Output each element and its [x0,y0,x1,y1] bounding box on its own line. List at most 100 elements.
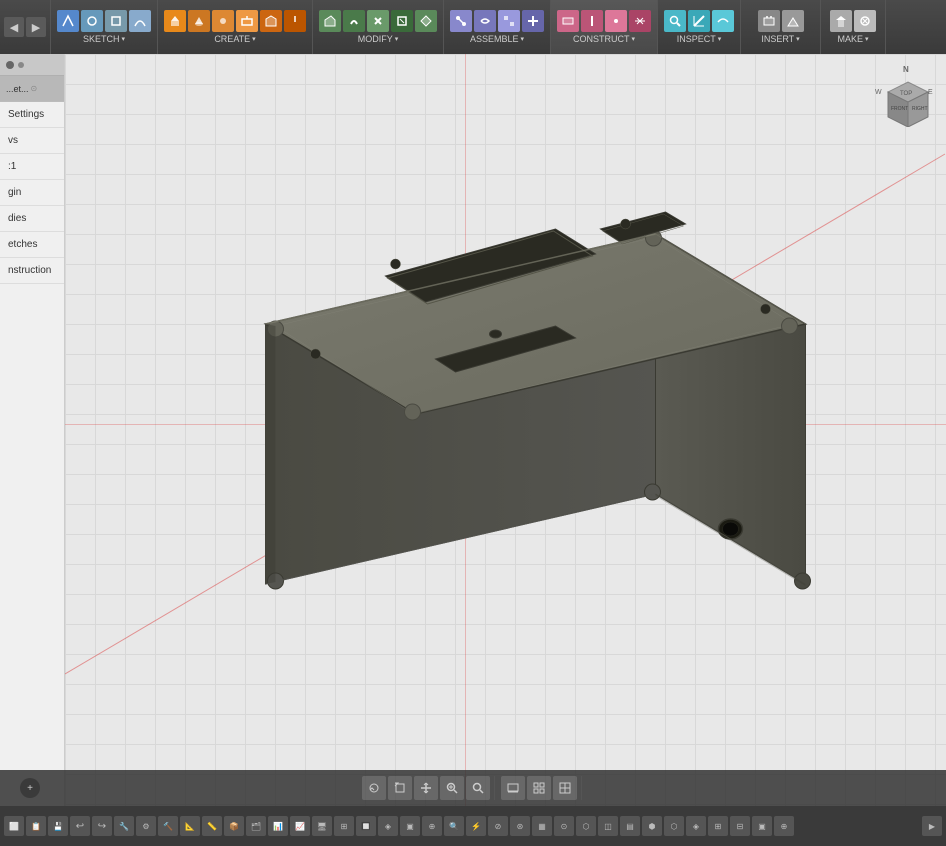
strip-icon-24[interactable]: ⊛ [510,816,530,836]
sketch-icon-3 [105,10,127,32]
strip-icon-15[interactable]: 🖥 [312,816,332,836]
create-icon-1 [164,10,186,32]
strip-arrow-icon[interactable]: ▶ [922,816,942,836]
strip-icon-21[interactable]: 🔍 [444,816,464,836]
vs-label: vs [8,135,18,146]
inspect-icon-3 [712,10,734,32]
toolbar-group-assemble[interactable]: ASSEMBLE ▾ [444,0,551,54]
strip-icon-9[interactable]: 📐 [180,816,200,836]
strip-icon-19[interactable]: ▣ [400,816,420,836]
strip-icon-28[interactable]: ◫ [598,816,618,836]
construct-label[interactable]: CONSTRUCT ▾ [573,34,635,44]
strip-icon-35[interactable]: ▣ [752,816,772,836]
insert-label[interactable]: INSERT ▾ [761,34,799,44]
item-1-label: :1 [8,161,16,172]
strip-icon-25[interactable]: ▦ [532,816,552,836]
make-label[interactable]: MAKE ▾ [837,34,868,44]
viewport[interactable]: TOP FRONT RIGHT N W E [65,54,946,806]
strip-icon-1[interactable]: ⬜ [4,816,24,836]
panel-item-etches[interactable]: etches [0,232,64,258]
panel-item-1[interactable]: :1 [0,154,64,180]
strip-icon-3[interactable]: 💾 [48,816,68,836]
panel-item-vs[interactable]: vs [0,128,64,154]
assemble-icons [450,10,544,32]
strip-icon-23[interactable]: ⊘ [488,816,508,836]
strip-icon-4[interactable]: ↩ [70,816,90,836]
panel-section-browser[interactable]: ...et... ⊙ [0,76,64,102]
gin-label: gin [8,187,21,198]
inspect-icons [664,10,734,32]
main-toolbar: ◀ ▶ SKETCH ▾ [0,0,946,54]
strip-icon-34[interactable]: ⊟ [730,816,750,836]
inspect-icon-2 [688,10,710,32]
zoom-extent-icon[interactable] [466,776,490,800]
make-arrow: ▾ [865,35,869,43]
strip-icon-32[interactable]: ◈ [686,816,706,836]
strip-icon-2[interactable]: 📋 [26,816,46,836]
strip-icon-33[interactable]: ⊞ [708,816,728,836]
panel-item-settings[interactable]: Settings [0,102,64,128]
panel-item-nstruction[interactable]: nstruction [0,258,64,284]
strip-icon-26[interactable]: ⊙ [554,816,574,836]
zoom-in-icon[interactable] [440,776,464,800]
modify-icons [319,10,437,32]
view-icons [501,776,582,800]
inspect-label[interactable]: INSPECT ▾ [677,34,722,44]
strip-icon-18[interactable]: ◈ [378,816,398,836]
strip-icon-10[interactable]: 📏 [202,816,222,836]
toolbar-group-construct[interactable]: CONSTRUCT ▾ [551,0,658,54]
create-label[interactable]: CREATE ▾ [214,34,255,44]
create-icon-3 [212,10,234,32]
orbit-icon[interactable] [362,776,386,800]
modify-label[interactable]: MODIFY ▾ [358,34,399,44]
3d-model[interactable] [65,54,946,806]
insert-arrow: ▾ [796,35,800,43]
nav-arrows: ◀ ▶ [0,0,51,54]
assemble-label[interactable]: ASSEMBLE ▾ [470,34,524,44]
svg-text:RIGHT: RIGHT [912,106,928,112]
toolbar-group-inspect[interactable]: INSPECT ▾ [658,0,741,54]
left-panel: ...et... ⊙ Settings vs :1 gin dies etche… [0,54,65,806]
nav-forward-button[interactable]: ▶ [26,17,46,37]
strip-icon-16[interactable]: ⊞ [334,816,354,836]
strip-icon-11[interactable]: 📦 [224,816,244,836]
toolbar-group-make[interactable]: MAKE ▾ [821,0,886,54]
toolbar-group-create[interactable]: CREATE ▾ [158,0,313,54]
strip-icon-20[interactable]: ⊕ [422,816,442,836]
strip-icon-36[interactable]: ⊕ [774,816,794,836]
display-mode-icon[interactable] [501,776,525,800]
strip-icon-14[interactable]: 📈 [290,816,310,836]
nav-back-button[interactable]: ◀ [4,17,24,37]
strip-icon-30[interactable]: ⬢ [642,816,662,836]
strip-icon-12[interactable]: 🗂 [246,816,266,836]
sketch-icon-2 [81,10,103,32]
strip-icon-8[interactable]: 🔨 [158,816,178,836]
toolbar-group-insert[interactable]: INSERT ▾ [741,0,821,54]
strip-icon-13[interactable]: 📊 [268,816,288,836]
viewcube[interactable]: TOP FRONT RIGHT N W E [873,62,938,127]
strip-icon-31[interactable]: ⬡ [664,816,684,836]
sketch-label[interactable]: SKETCH ▾ [83,34,125,44]
panel-item-dies[interactable]: dies [0,206,64,232]
create-icon-5 [260,10,282,32]
construct-arrow: ▾ [631,35,635,43]
grid-icon[interactable] [527,776,551,800]
strip-icon-29[interactable]: ▤ [620,816,640,836]
make-icons [830,10,876,32]
strip-icon-7[interactable]: ⚙ [136,816,156,836]
toolbar-group-sketch[interactable]: SKETCH ▾ [51,0,158,54]
strip-icon-5[interactable]: ↪ [92,816,112,836]
create-icon-4 [236,10,258,32]
strip-icon-22[interactable]: ⚡ [466,816,486,836]
expand-button[interactable]: + [20,778,40,798]
strip-icon-6[interactable]: 🔧 [114,816,134,836]
panel-item-gin[interactable]: gin [0,180,64,206]
strip-icon-17[interactable]: 🔲 [356,816,376,836]
modify-icon-2 [343,10,365,32]
fit-icon[interactable] [388,776,412,800]
layout-icon[interactable] [553,776,577,800]
toolbar-group-modify[interactable]: MODIFY ▾ [313,0,444,54]
pan-icon[interactable] [414,776,438,800]
construct-icon-2 [581,10,603,32]
strip-icon-27[interactable]: ⬡ [576,816,596,836]
